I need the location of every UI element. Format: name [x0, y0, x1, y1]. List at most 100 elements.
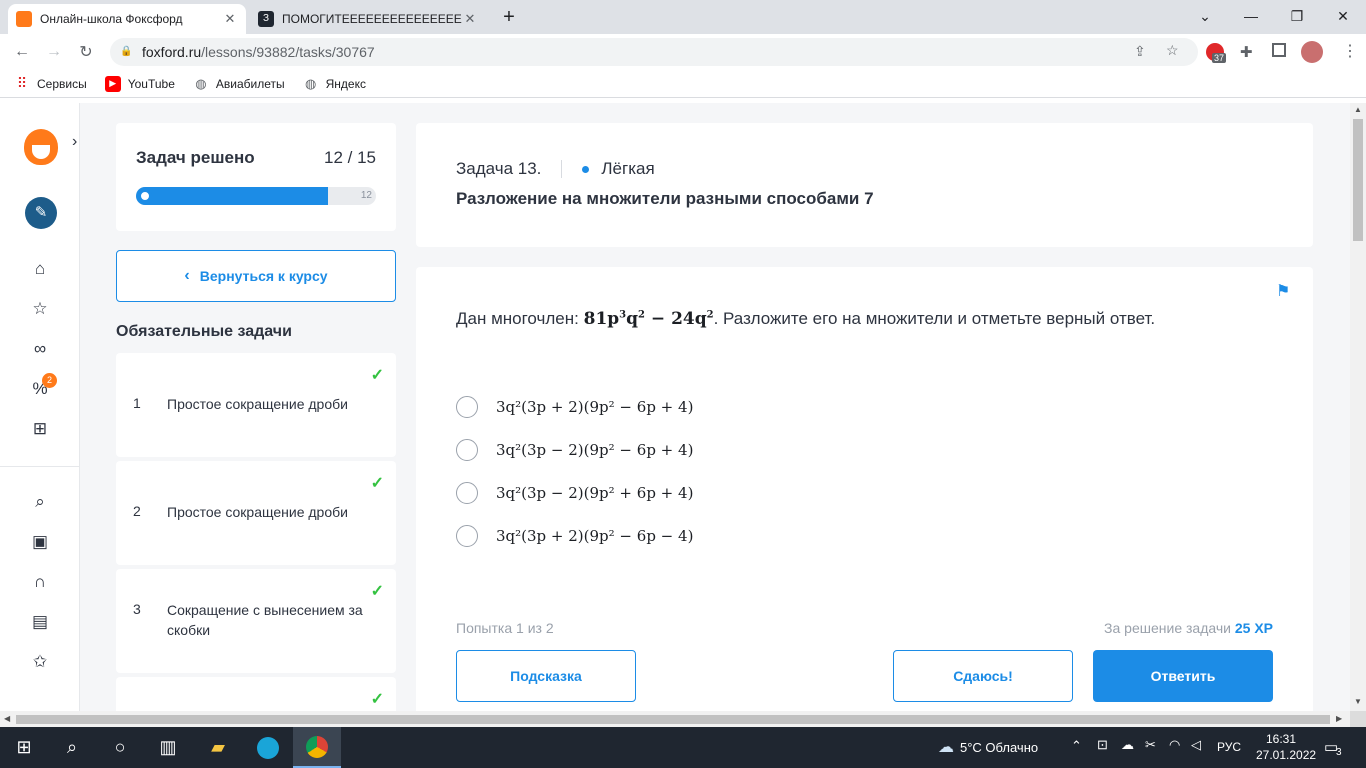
glasses-icon[interactable]: ∞ — [26, 335, 54, 363]
task-name: Сокращение с вынесением за скобки — [167, 602, 363, 638]
video-icon[interactable]: ▣ — [26, 528, 54, 556]
share-icon[interactable]: ⇪ — [1134, 43, 1146, 60]
question-suffix: . Разложите его на множители и отметьте … — [713, 309, 1156, 328]
difficulty-dot-icon — [582, 165, 590, 173]
foxford-logo-icon[interactable] — [24, 129, 58, 165]
scroll-up-icon[interactable]: ▲ — [1354, 105, 1362, 114]
hint-button[interactable]: Подсказка — [456, 650, 636, 702]
flag-icon[interactable]: ⚑ — [1276, 281, 1290, 301]
clock[interactable]: 16:31 27.01.2022 — [1256, 731, 1316, 763]
task-item[interactable]: ✓ 3 Сокращение с вынесением за скобки — [116, 569, 396, 673]
tray-chevron-icon[interactable]: ⌃ — [1071, 738, 1082, 754]
bookmark-youtube[interactable]: ▶ YouTube — [104, 75, 175, 92]
search-icon[interactable]: ⌕ — [26, 488, 54, 516]
onedrive-icon[interactable]: ☁ — [1121, 737, 1134, 753]
give-up-button[interactable]: Сдаюсь! — [893, 650, 1073, 702]
extensions-puzzle-icon[interactable]: ✚ — [1240, 43, 1253, 61]
maximize-button[interactable]: ❐ — [1274, 0, 1320, 32]
wifi-icon[interactable]: ◠ — [1169, 737, 1180, 753]
file-explorer-icon[interactable]: ▰ — [194, 727, 242, 768]
horizontal-scrollbar[interactable]: ◀ ▶ — [0, 711, 1350, 727]
task-item[interactable]: ✓ 2 Простое сокращение дроби — [116, 461, 396, 565]
forward-icon[interactable]: → — [40, 38, 68, 66]
progress-card: Задач решено 12 / 15 12 — [116, 123, 396, 231]
side-panel-icon[interactable] — [1272, 43, 1286, 57]
back-icon[interactable]: ← — [8, 38, 36, 66]
windows-taskbar: ⊞ ⌕ ○ ▥ ▰ ☁ 5°C Облачно ⌃ ⊡ ☁ ✂ ◠ ◁ РУС … — [0, 727, 1366, 768]
scroll-down-icon[interactable]: ▼ — [1354, 697, 1362, 706]
answer-option[interactable]: 3q²(3p − 2)(9p² + 6p + 4) — [456, 481, 693, 505]
question-formula: 81p3q2 − 24q2 — [583, 309, 714, 329]
tab-foxford[interactable]: Онлайн-школа Фоксфорд ✕ — [8, 4, 246, 34]
task-number: 3 — [133, 601, 141, 617]
progress-fill — [136, 187, 328, 205]
tab-strip: Онлайн-школа Фоксфорд ✕ З ПОМОГИТЕЕЕЕЕЕЕ… — [0, 0, 1366, 34]
language-indicator[interactable]: РУС — [1217, 740, 1241, 754]
task-view-icon[interactable]: ▥ — [144, 727, 192, 768]
difficulty-label: Лёгкая — [601, 159, 655, 178]
vertical-scrollbar[interactable]: ▲ ▼ — [1350, 103, 1366, 711]
expand-nav-icon[interactable]: › — [72, 133, 77, 151]
option-formula: 3q²(3p + 2)(9p² − 6p − 4) — [496, 527, 694, 545]
close-tab-icon[interactable]: ✕ — [462, 11, 478, 27]
tab-znanija[interactable]: З ПОМОГИТЕЕЕЕЕЕЕЕЕЕЕЕЕЕЕЕЕЕЕЕ ✕ — [250, 4, 486, 34]
scroll-left-icon[interactable]: ◀ — [4, 714, 10, 723]
bookmark-services[interactable]: ⠿ Сервисы — [14, 75, 87, 92]
radio-button[interactable] — [456, 396, 478, 418]
minimize-button[interactable]: — — [1228, 0, 1274, 32]
scroll-thumb[interactable] — [16, 715, 1330, 724]
radio-button[interactable] — [456, 439, 478, 461]
gift-icon[interactable]: ⊞ — [26, 415, 54, 443]
scroll-corner — [1350, 711, 1366, 727]
chrome-icon[interactable] — [293, 727, 341, 768]
volume-icon[interactable]: ◁ — [1191, 737, 1201, 753]
answer-option[interactable]: 3q²(3p + 2)(9p² − 6p − 4) — [456, 524, 693, 548]
answer-option[interactable]: 3q²(3p + 2)(9p² − 6p + 4) — [456, 395, 693, 419]
clock-time: 16:31 — [1265, 732, 1297, 746]
task-body-card: ⚑ Дан многочлен: 81p3q2 − 24q2. Разложит… — [416, 267, 1313, 711]
tab-search-icon[interactable]: ⌄ — [1182, 0, 1228, 32]
scroll-right-icon[interactable]: ▶ — [1336, 714, 1342, 723]
answer-option[interactable]: 3q²(3p − 2)(9p² − 6p + 4) — [456, 438, 693, 462]
weather-widget[interactable]: ☁ 5°C Облачно — [938, 737, 1038, 757]
close-tab-icon[interactable]: ✕ — [222, 11, 238, 27]
close-window-button[interactable]: ✕ — [1320, 0, 1366, 32]
home-icon[interactable]: ⌂ — [26, 255, 54, 283]
new-tab-button[interactable]: + — [498, 6, 520, 28]
headphones-icon[interactable]: ∩ — [26, 568, 54, 596]
feather-icon[interactable]: ✎ — [25, 197, 57, 229]
cortana-icon[interactable]: ○ — [96, 727, 144, 768]
task-number: 1 — [133, 395, 141, 411]
reload-icon[interactable]: ↻ — [72, 38, 100, 66]
star-outline-icon[interactable]: ✩ — [26, 648, 54, 676]
scroll-thumb[interactable] — [1353, 119, 1363, 241]
windows-start-icon[interactable]: ⊞ — [0, 727, 48, 768]
radio-button[interactable] — [456, 482, 478, 504]
reward-info: За решение задачи 25 XP — [1104, 620, 1273, 636]
chrome-menu-icon[interactable]: ⋮ — [1342, 41, 1358, 61]
question-text: Дан многочлен: 81p3q2 − 24q2. Разложите … — [456, 309, 1155, 329]
bookmark-aviatickets[interactable]: ◍ Авиабилеты — [192, 75, 285, 92]
tray-app-icon[interactable]: ⊡ — [1097, 737, 1108, 753]
page-content: › ✎ ⌂ ☆ ∞ % 2 ⊞ ⌕ ▣ ∩ ▤ ✩ Задач решено 1… — [0, 103, 1350, 711]
bookmark-star-icon[interactable]: ☆ — [1166, 42, 1179, 59]
back-to-course-button[interactable]: ‹ Вернуться к курсу — [116, 250, 396, 302]
profile-avatar[interactable] — [1301, 41, 1323, 63]
task-number: 2 — [133, 503, 141, 519]
star-icon[interactable]: ☆ — [26, 295, 54, 323]
extension-icon[interactable]: 37 — [1206, 43, 1227, 63]
bookmark-yandex[interactable]: ◍ Яндекс — [302, 75, 366, 92]
task-item[interactable]: ✓ — [116, 677, 396, 711]
task-title: Разложение на множители разными способам… — [456, 189, 874, 208]
bookmark-label: Сервисы — [37, 76, 87, 91]
progress-bar: 12 — [136, 187, 376, 205]
answer-button[interactable]: Ответить — [1093, 650, 1273, 702]
address-bar[interactable]: 🔒 foxford.ru/lessons/93882/tasks/30767 ⇪… — [110, 38, 1198, 66]
znanija-favicon-icon: З — [258, 11, 274, 27]
tray-tool-icon[interactable]: ✂ — [1145, 737, 1156, 753]
search-icon[interactable]: ⌕ — [48, 727, 96, 768]
board-icon[interactable]: ▤ — [26, 608, 54, 636]
task-item[interactable]: ✓ 1 Простое сокращение дроби — [116, 353, 396, 457]
radio-button[interactable] — [456, 525, 478, 547]
edge-icon[interactable] — [244, 727, 292, 768]
